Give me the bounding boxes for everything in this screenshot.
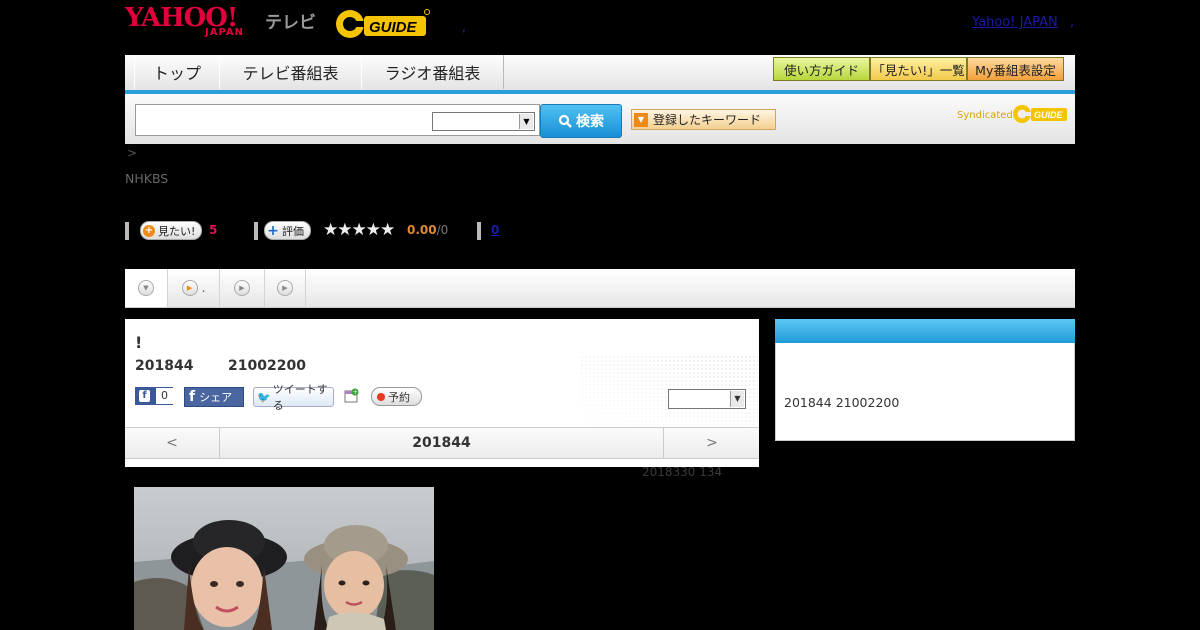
current-date: 201844: [412, 435, 471, 451]
mitai-list-button[interactable]: 「見たい!」一覧: [870, 57, 967, 81]
syndicated-label: Syndicated: [957, 110, 1013, 121]
side-panel-broadcast-info: 201844 21002200: [784, 395, 900, 410]
yahoo-japan-logo-text: JAPAN: [205, 27, 244, 38]
tweet-button[interactable]: 🐦 ツイートする: [253, 383, 334, 412]
play-icon: ▶: [181, 280, 198, 296]
mitai-button[interactable]: + 見たい!: [140, 221, 203, 240]
play-icon: ▶: [234, 280, 250, 296]
tab-tv-schedule[interactable]: テレビ番組表: [219, 55, 362, 89]
chevron-down-icon: ▼: [519, 114, 533, 129]
plus-icon: +: [143, 224, 155, 237]
facebook-share-button[interactable]: f シェア: [184, 387, 244, 407]
reserve-button[interactable]: 予約: [371, 387, 422, 406]
rate-label: 評価: [282, 224, 304, 238]
svg-text:GUIDE: GUIDE: [369, 19, 418, 36]
reserve-label: 予約: [388, 390, 410, 404]
search-button[interactable]: 検索: [540, 104, 622, 138]
program-photo: [134, 487, 434, 630]
triangle-down-icon: ▼: [634, 112, 648, 127]
side-panel-header: [775, 319, 1075, 343]
rating-count: /0: [436, 223, 449, 237]
prev-date-button[interactable]: <: [125, 428, 220, 458]
review-count-link[interactable]: 0: [491, 223, 499, 237]
guide-button[interactable]: 使い方ガイド: [773, 57, 870, 81]
tab-top[interactable]: トップ: [134, 55, 220, 89]
chevron-down-icon: ▼: [730, 391, 744, 407]
plus-icon: +: [267, 222, 279, 239]
tab-details[interactable]: ▼: [125, 269, 168, 307]
program-date: 201844: [135, 358, 194, 374]
tab-radio-schedule[interactable]: ラジオ番組表: [361, 55, 504, 89]
rating-summary: 0.00/0: [407, 223, 448, 237]
program-title: !: [135, 333, 143, 352]
saved-keywords-button[interactable]: ▼ 登録したキーワード: [631, 109, 776, 130]
program-tab-strip: ▼ ▶ . ▶ ▶: [125, 269, 1075, 308]
rating-value: 0.00: [407, 223, 437, 237]
search-category-select[interactable]: ▼: [432, 112, 535, 131]
divider: [125, 222, 129, 240]
play-icon: ▶: [277, 280, 293, 296]
chevron-down-icon: ▼: [138, 280, 154, 296]
rate-button[interactable]: + 評価: [264, 221, 311, 240]
tweet-label: ツイートする: [272, 383, 328, 412]
svg-text:+: +: [353, 389, 358, 396]
search-icon: [558, 114, 572, 128]
program-time: 21002200: [228, 358, 306, 374]
record-icon: [377, 392, 385, 401]
reserve-device-select[interactable]: ▼: [668, 389, 746, 409]
header-separator-2: ,: [1070, 15, 1075, 30]
tab-item[interactable]: ▶: [265, 269, 306, 307]
facebook-icon: f: [189, 389, 196, 405]
tab-item-label: .: [201, 281, 206, 295]
twitter-bird-icon: 🐦: [257, 390, 271, 404]
main-nav: トップ テレビ番組表 ラジオ番組表 使い方ガイド 「見たい!」一覧 My番組表設…: [125, 55, 1075, 91]
gguide-logo[interactable]: GUIDE: [334, 6, 430, 40]
mitai-count: 5: [209, 223, 218, 237]
share-label: シェア: [199, 391, 233, 404]
facebook-like-button[interactable]: f 0: [135, 387, 173, 405]
tab-item[interactable]: ▶: [220, 269, 265, 307]
tab-item[interactable]: ▶ .: [168, 269, 220, 307]
facebook-icon: f: [139, 390, 150, 402]
search-button-label: 検索: [576, 114, 604, 130]
next-date-button[interactable]: >: [663, 428, 760, 458]
saved-keywords-label: 登録したキーワード: [653, 113, 762, 127]
updated-timestamp: 2018330 134: [642, 465, 723, 479]
tv-label: テレビ: [265, 13, 316, 33]
gguide-small-logo: GUIDE: [1013, 105, 1067, 123]
divider: [477, 222, 481, 240]
rating-stars: ★★★★★: [323, 220, 395, 240]
my-schedule-settings-button[interactable]: My番組表設定: [967, 57, 1064, 81]
channel-name: NHKBS: [125, 171, 169, 186]
breadcrumb[interactable]: >: [127, 146, 137, 160]
calendar-add-icon[interactable]: +: [344, 388, 359, 403]
facebook-like-count: 0: [156, 388, 173, 404]
date-navigation: < 201844 >: [125, 427, 759, 459]
header-separator: ,: [462, 20, 466, 34]
divider: [254, 222, 258, 240]
mitai-label: 見たい!: [158, 224, 196, 238]
svg-text:GUIDE: GUIDE: [1034, 110, 1064, 120]
yahoo-japan-link[interactable]: Yahoo! JAPAN: [972, 15, 1058, 30]
